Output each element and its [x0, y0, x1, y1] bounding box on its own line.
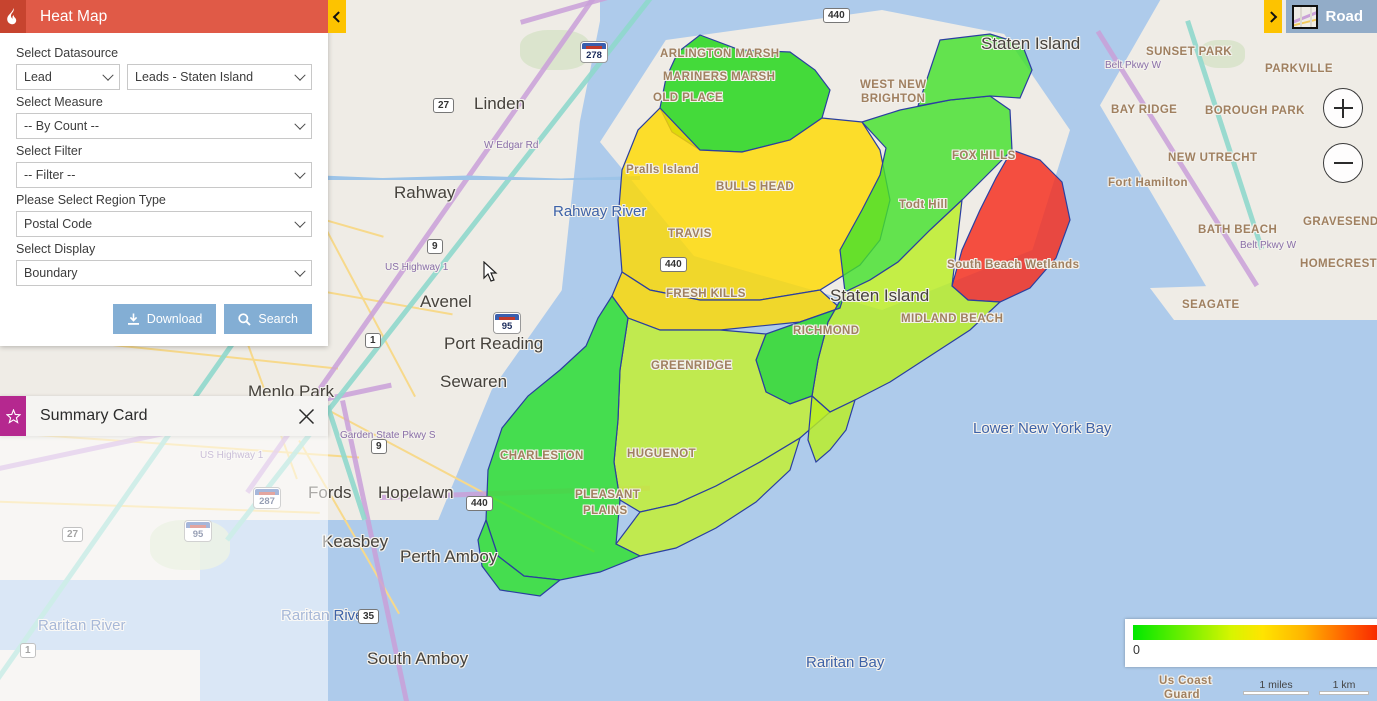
scale-km-label: 1 km	[1332, 679, 1356, 691]
filter-select[interactable]: -- Filter --	[16, 162, 312, 188]
route-shield: 9	[371, 439, 387, 454]
datasource-name-select[interactable]: Leads - Staten Island	[127, 64, 312, 90]
summary-card-title: Summary Card	[40, 407, 148, 424]
route-shield: 1	[365, 333, 381, 348]
heatmap-legend: 0 9	[1125, 619, 1377, 667]
datasource-row: Lead Leads - Staten Island	[16, 64, 312, 90]
search-button[interactable]: Search	[224, 304, 312, 334]
route-shield: 35	[358, 609, 380, 624]
expand-right-panel-button[interactable]	[1264, 0, 1282, 33]
summary-card-body	[0, 436, 328, 701]
datasource-label: Select Datasource	[16, 46, 119, 60]
close-icon[interactable]	[284, 396, 328, 436]
panel-header: Heat Map	[0, 0, 328, 33]
scale-miles-label: 1 miles	[1259, 679, 1293, 691]
display-select[interactable]: Boundary	[16, 260, 312, 286]
region-type-select[interactable]: Postal Code	[16, 211, 312, 237]
chevron-down-icon	[294, 216, 306, 228]
chevron-down-icon	[102, 69, 114, 81]
flame-icon	[0, 0, 26, 33]
search-label: Search	[258, 312, 298, 326]
heat-map-application: Linden Rahway Avenel Port Reading Sewaren Men…	[0, 0, 1377, 701]
measure-value: -- By Count --	[24, 119, 100, 133]
display-value: Boundary	[24, 266, 78, 280]
collapse-left-panel-button[interactable]	[328, 0, 346, 33]
legend-values: 0 9	[1133, 643, 1377, 657]
interstate-shield: 278	[581, 42, 607, 62]
datasource-name-value: Leads - Staten Island	[135, 70, 254, 84]
legend-gradient-bar	[1133, 625, 1377, 640]
measure-select[interactable]: -- By Count --	[16, 113, 312, 139]
heat-map-panel: Heat Map Select Datasource Lead Leads - …	[0, 0, 328, 346]
plus-icon-vertical	[1341, 98, 1345, 118]
star-icon	[0, 396, 26, 436]
interstate-shield: 95	[494, 313, 520, 333]
panel-actions: Download Search	[16, 304, 312, 334]
panel-title: Heat Map	[40, 7, 108, 25]
zoom-in-button[interactable]	[1323, 88, 1363, 128]
minus-icon	[1333, 161, 1353, 165]
basemap-label: Road	[1325, 8, 1364, 25]
map-scale-bar: 1 miles 1 km	[1243, 679, 1369, 695]
scale-km-bar	[1319, 691, 1369, 695]
chevron-right-icon	[1265, 10, 1278, 23]
route-shield: 440	[823, 8, 850, 23]
chevron-down-icon	[294, 167, 306, 179]
measure-label: Select Measure	[16, 95, 103, 109]
display-label: Select Display	[16, 242, 96, 256]
filter-value: -- Filter --	[24, 168, 76, 182]
mouse-cursor	[483, 261, 498, 282]
chevron-down-icon	[294, 265, 306, 277]
chevron-down-icon	[294, 69, 306, 81]
route-shield: 9	[427, 239, 443, 254]
download-icon	[127, 313, 139, 325]
chevron-down-icon	[294, 118, 306, 130]
scale-km: 1 km	[1319, 679, 1369, 695]
summary-card-header: Summary Card	[0, 396, 328, 436]
panel-body: Select Datasource Lead Leads - Staten Is…	[0, 33, 328, 346]
map-thumbnail-icon	[1291, 4, 1318, 29]
datasource-type-select[interactable]: Lead	[16, 64, 120, 90]
search-icon	[238, 312, 252, 326]
basemap-selector-button[interactable]: Road	[1285, 0, 1377, 33]
scale-miles: 1 miles	[1243, 679, 1309, 695]
summary-card-panel: Summary Card	[0, 396, 328, 701]
chevron-left-icon	[332, 10, 345, 23]
download-button[interactable]: Download	[112, 304, 217, 334]
scale-miles-bar	[1243, 691, 1309, 695]
route-shield: 440	[660, 257, 687, 272]
region-type-label: Please Select Region Type	[16, 193, 166, 207]
filter-label: Select Filter	[16, 144, 82, 158]
datasource-type-value: Lead	[24, 70, 52, 84]
route-shield: 27	[433, 98, 455, 113]
legend-min: 0	[1133, 643, 1140, 657]
zoom-out-button[interactable]	[1323, 143, 1363, 183]
route-shield: 440	[466, 496, 493, 511]
region-type-value: Postal Code	[24, 217, 93, 231]
download-label: Download	[146, 312, 203, 326]
heat-region	[917, 33, 1033, 107]
